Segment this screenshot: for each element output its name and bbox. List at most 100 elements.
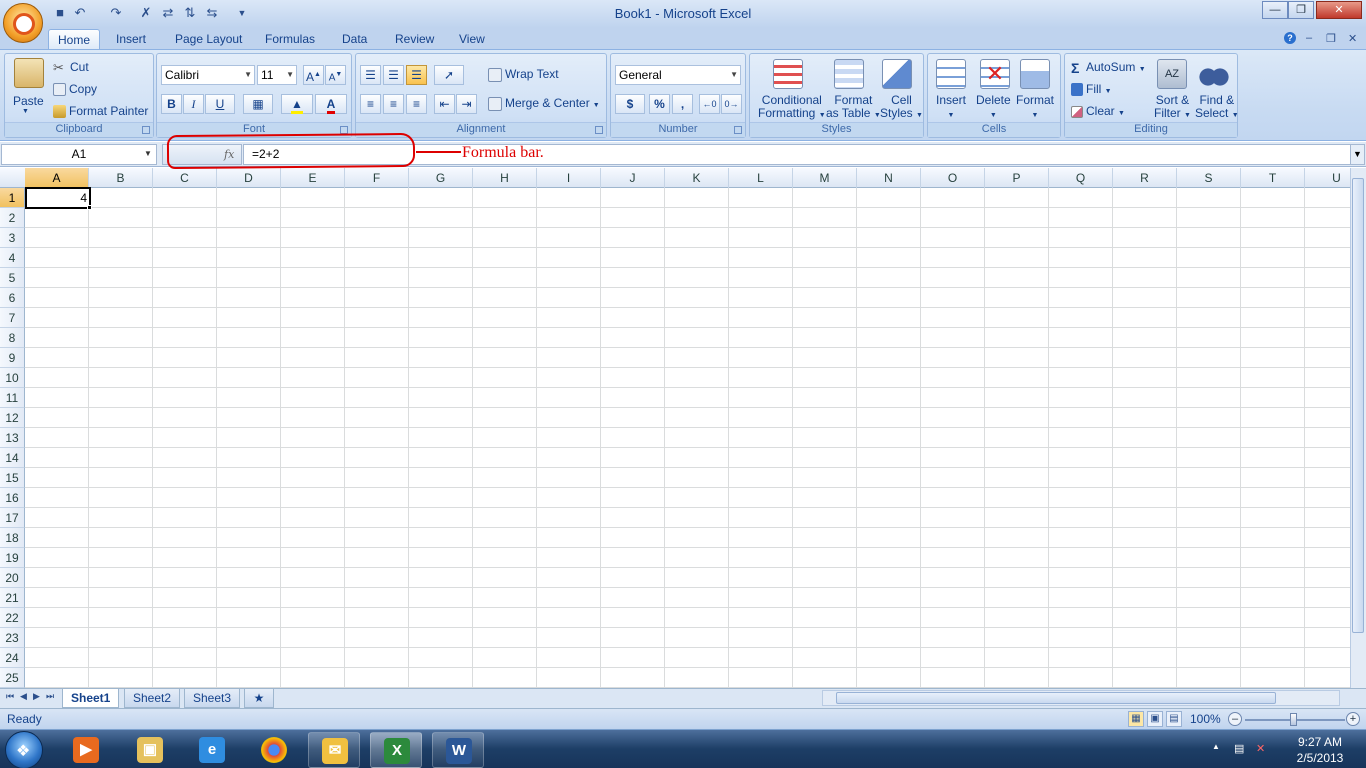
align-left-button[interactable]: ≡ bbox=[360, 94, 381, 114]
sort-filter-button[interactable]: Sort & Filter ▼ bbox=[1154, 94, 1191, 122]
align-center-button[interactable]: ≡ bbox=[383, 94, 404, 114]
find-select-button[interactable]: Find & Select ▼ bbox=[1195, 94, 1239, 122]
name-box[interactable]: A1 bbox=[1, 144, 157, 165]
column-header[interactable]: B bbox=[89, 168, 153, 188]
redo-icon[interactable]: ↷ bbox=[108, 5, 124, 21]
tab-page-layout[interactable]: Page Layout bbox=[166, 29, 251, 50]
paste-button[interactable]: Paste bbox=[13, 94, 44, 108]
row-header[interactable]: 24 bbox=[0, 648, 25, 668]
align-right-button[interactable]: ≡ bbox=[406, 94, 427, 114]
zoom-in-button[interactable]: + bbox=[1346, 712, 1360, 726]
expand-formula-bar-icon[interactable]: ▼ bbox=[1350, 144, 1365, 165]
format-cells-button[interactable]: Format ▼ bbox=[1016, 94, 1054, 122]
row-header[interactable]: 22 bbox=[0, 608, 25, 628]
merge-center-button[interactable]: Merge & Center ▼ bbox=[488, 96, 600, 111]
office-button[interactable] bbox=[3, 3, 43, 43]
sheet-tab-2[interactable]: Sheet2 bbox=[124, 689, 181, 708]
page-layout-view-button[interactable]: ▣ bbox=[1147, 711, 1163, 727]
row-header[interactable]: 1 bbox=[0, 188, 25, 208]
taskbar-outlook[interactable]: ✉ bbox=[308, 732, 360, 768]
ribbon-restore-icon[interactable]: ❐ bbox=[1326, 32, 1336, 45]
grow-font-button[interactable]: A▲ bbox=[303, 65, 324, 85]
qat-custom-icon-1[interactable]: ✗ bbox=[138, 5, 154, 21]
align-bottom-button[interactable]: ☰ bbox=[406, 65, 427, 85]
shrink-font-button[interactable]: A▼ bbox=[325, 65, 346, 85]
row-header[interactable]: 4 bbox=[0, 248, 25, 268]
fill-color-button[interactable]: ▲ bbox=[281, 94, 313, 114]
column-header[interactable]: Q bbox=[1049, 168, 1113, 188]
wrap-text-button[interactable]: Wrap Text bbox=[488, 67, 559, 82]
column-header[interactable]: D bbox=[217, 168, 281, 188]
format-as-table-icon[interactable] bbox=[834, 59, 864, 89]
save-icon[interactable]: ■ bbox=[52, 5, 68, 21]
row-header[interactable]: 23 bbox=[0, 628, 25, 648]
taskbar-word[interactable]: W bbox=[432, 732, 484, 768]
bold-button[interactable]: B bbox=[161, 94, 182, 114]
last-sheet-icon[interactable]: ⏭ bbox=[46, 691, 54, 702]
paste-icon[interactable] bbox=[14, 58, 44, 88]
taskbar-media-player[interactable]: ▶ bbox=[60, 732, 112, 768]
name-box-dropdown-icon[interactable]: ▼ bbox=[144, 149, 152, 158]
close-button[interactable]: ✕ bbox=[1316, 1, 1362, 19]
cell-styles-icon[interactable] bbox=[882, 59, 912, 89]
row-header[interactable]: 9 bbox=[0, 348, 25, 368]
row-header[interactable]: 11 bbox=[0, 388, 25, 408]
underline-button[interactable]: U bbox=[205, 94, 235, 114]
maximize-button[interactable]: ❐ bbox=[1288, 1, 1314, 19]
insert-cells-icon[interactable] bbox=[936, 59, 966, 89]
column-header[interactable]: L bbox=[729, 168, 793, 188]
insert-cells-button[interactable]: Insert ▼ bbox=[936, 94, 966, 122]
qat-custom-icon-4[interactable]: ⇆ bbox=[204, 5, 220, 21]
active-cell-a1[interactable]: 4 bbox=[25, 187, 91, 209]
format-as-table-button[interactable]: Format as Table ▼ bbox=[826, 94, 881, 122]
prev-sheet-icon[interactable]: ◀ bbox=[20, 691, 27, 702]
decrease-indent-button[interactable]: ⇤ bbox=[434, 94, 455, 114]
zoom-level[interactable]: 100% bbox=[1190, 712, 1221, 726]
paste-dropdown-icon[interactable]: ▼ bbox=[22, 108, 29, 115]
alignment-launcher-icon[interactable] bbox=[595, 126, 603, 134]
tray-volume-icon[interactable]: ✕ bbox=[1256, 742, 1265, 755]
row-header[interactable]: 6 bbox=[0, 288, 25, 308]
column-header[interactable]: J bbox=[601, 168, 665, 188]
row-header[interactable]: 20 bbox=[0, 568, 25, 588]
horizontal-scroll-thumb[interactable] bbox=[836, 692, 1276, 704]
column-header[interactable]: I bbox=[537, 168, 601, 188]
column-header[interactable]: K bbox=[665, 168, 729, 188]
borders-button[interactable]: ▦ bbox=[243, 94, 273, 114]
number-format-select[interactable]: General ▼ bbox=[615, 65, 741, 85]
sheet-tab-3[interactable]: Sheet3 bbox=[184, 689, 241, 708]
row-header[interactable]: 5 bbox=[0, 268, 25, 288]
first-sheet-icon[interactable]: ⏮ bbox=[6, 691, 14, 702]
format-cells-icon[interactable] bbox=[1020, 59, 1050, 89]
row-header[interactable]: 21 bbox=[0, 588, 25, 608]
column-header[interactable]: A bbox=[25, 168, 89, 188]
increase-indent-button[interactable]: ⇥ bbox=[456, 94, 477, 114]
column-header[interactable]: C bbox=[153, 168, 217, 188]
qat-custom-icon-2[interactable]: ⇄ bbox=[160, 5, 176, 21]
ribbon-close-icon[interactable]: ✕ bbox=[1348, 32, 1357, 45]
help-icon[interactable]: ? bbox=[1284, 32, 1296, 44]
qat-custom-icon-3[interactable]: ⇅ bbox=[182, 5, 198, 21]
column-header[interactable]: S bbox=[1177, 168, 1241, 188]
align-middle-button[interactable]: ☰ bbox=[383, 65, 404, 85]
font-color-button[interactable]: A bbox=[315, 94, 347, 114]
fill-handle[interactable] bbox=[87, 205, 92, 210]
column-header[interactable]: G bbox=[409, 168, 473, 188]
zoom-slider-thumb[interactable] bbox=[1290, 713, 1297, 726]
font-size-select[interactable]: 11 ▼ bbox=[257, 65, 297, 85]
ribbon-minimize-icon[interactable]: – bbox=[1306, 32, 1312, 44]
row-header[interactable]: 15 bbox=[0, 468, 25, 488]
tray-clock[interactable]: 9:27 AM 2/5/2013 bbox=[1280, 734, 1360, 766]
next-sheet-icon[interactable]: ▶ bbox=[33, 691, 40, 702]
row-header[interactable]: 7 bbox=[0, 308, 25, 328]
cell-styles-button[interactable]: Cell Styles ▼ bbox=[880, 94, 923, 122]
sort-filter-icon[interactable]: AZ bbox=[1157, 59, 1187, 89]
tab-review[interactable]: Review bbox=[386, 29, 443, 50]
autosum-button[interactable]: Σ AutoSum ▼ bbox=[1071, 60, 1146, 76]
row-header[interactable]: 10 bbox=[0, 368, 25, 388]
delete-cells-button[interactable]: Delete ▼ bbox=[976, 94, 1011, 122]
tab-home[interactable]: Home bbox=[48, 29, 101, 50]
row-header[interactable]: 13 bbox=[0, 428, 25, 448]
zoom-out-button[interactable]: – bbox=[1228, 712, 1242, 726]
taskbar-chrome[interactable] bbox=[248, 732, 300, 768]
